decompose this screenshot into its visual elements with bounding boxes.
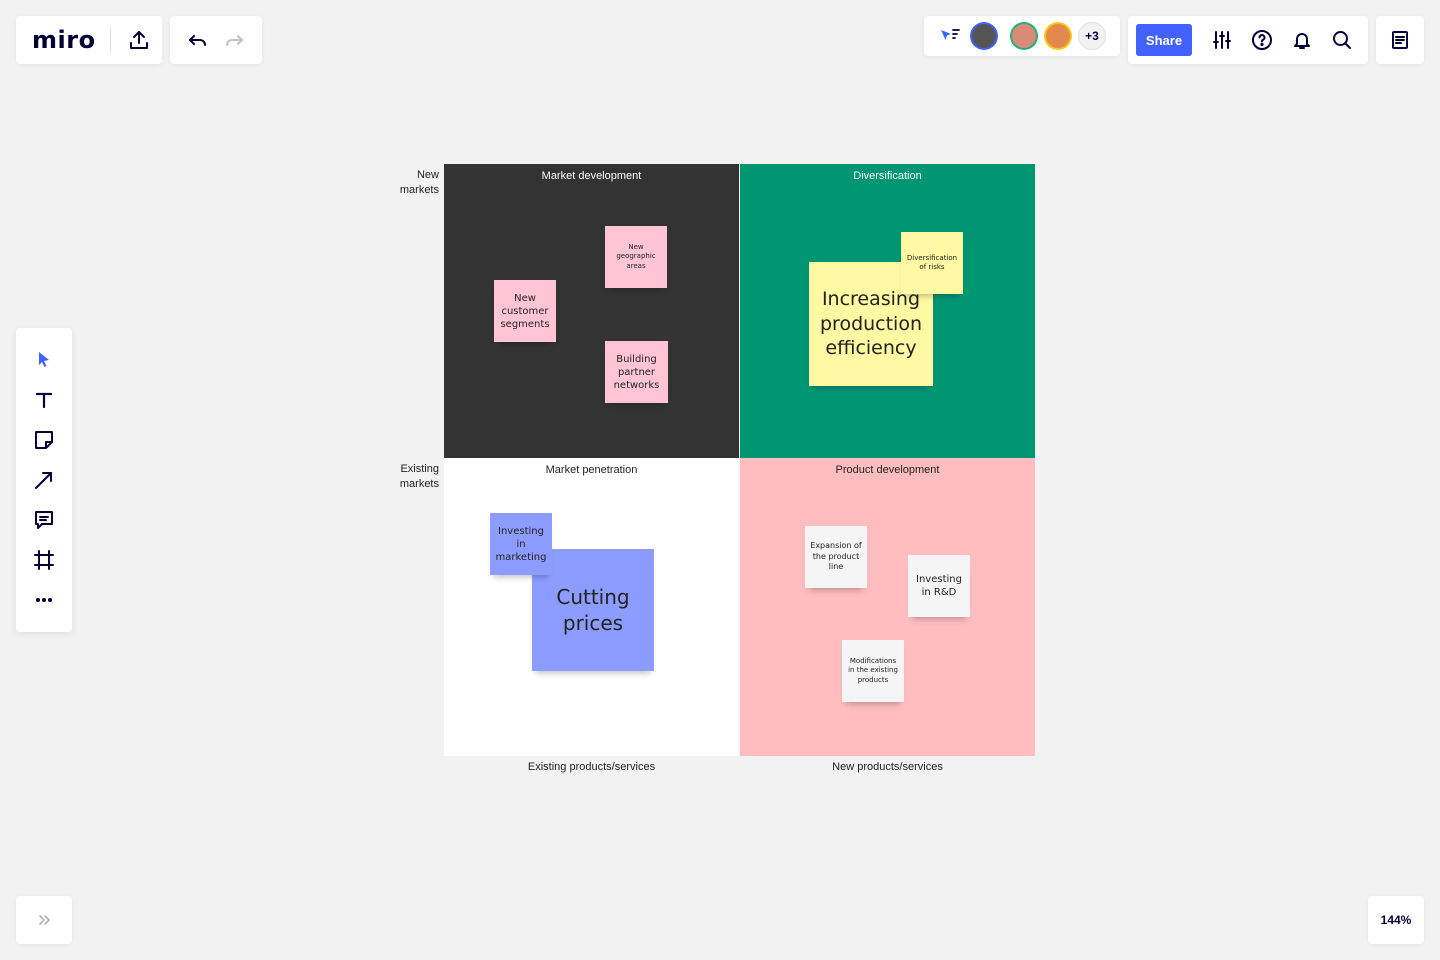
- axis-label-new-products: New products/services: [832, 761, 943, 773]
- line-arrow-tool[interactable]: [24, 460, 64, 500]
- sticky-note-tool[interactable]: [24, 420, 64, 460]
- sticky-note[interactable]: Modifications in the existing products: [842, 640, 904, 702]
- comment-tool[interactable]: [24, 500, 64, 540]
- export-icon[interactable]: [121, 22, 157, 58]
- quadrant-title: Diversification: [853, 170, 922, 182]
- text-tool[interactable]: [24, 380, 64, 420]
- controls-panel: Share: [1128, 16, 1368, 64]
- sticky-note[interactable]: Investing in R&D: [908, 555, 970, 617]
- undo-icon[interactable]: [180, 22, 216, 58]
- left-toolbar: [16, 328, 72, 632]
- zoom-level: 144%: [1380, 913, 1412, 927]
- more-collaborators-badge[interactable]: +3: [1078, 22, 1106, 50]
- zoom-panel[interactable]: 144%: [1368, 896, 1424, 944]
- logo-panel: miro: [16, 16, 162, 64]
- miro-logo[interactable]: miro: [32, 26, 96, 54]
- quadrant-title: Market development: [541, 170, 642, 182]
- redo-icon[interactable]: [216, 22, 252, 58]
- chevron-double-right-icon: [39, 915, 50, 925]
- history-panel: [170, 16, 262, 64]
- axis-label-new-markets: New markets: [399, 169, 439, 196]
- sticky-note[interactable]: New customer segments: [494, 280, 556, 342]
- quadrant-market-development[interactable]: Market development: [444, 164, 739, 458]
- board-info-panel: [1376, 16, 1424, 64]
- frame-tool[interactable]: [24, 540, 64, 580]
- sticky-note[interactable]: Building partner networks: [605, 341, 668, 403]
- help-icon[interactable]: [1244, 22, 1280, 58]
- sticky-note[interactable]: New geographic areas: [605, 226, 667, 288]
- more-tools-icon[interactable]: [24, 580, 64, 620]
- more-collaborators-count: +3: [1085, 29, 1099, 43]
- axis-label-existing-markets: Existing markets: [399, 463, 439, 490]
- settings-sliders-icon[interactable]: [1204, 22, 1240, 58]
- expand-panel-button[interactable]: [16, 896, 72, 944]
- avatar[interactable]: [1010, 22, 1038, 50]
- notes-list-icon[interactable]: [1382, 22, 1418, 58]
- search-icon[interactable]: [1324, 22, 1360, 58]
- sticky-note[interactable]: Expansion of the product line: [805, 526, 867, 588]
- avatar[interactable]: [970, 22, 998, 50]
- quadrant-title: Product development: [835, 464, 940, 476]
- cursor-follow-icon[interactable]: [934, 18, 964, 54]
- notifications-bell-icon[interactable]: [1284, 22, 1320, 58]
- avatar[interactable]: [1044, 22, 1072, 50]
- axis-label-existing-products: Existing products/services: [527, 761, 656, 773]
- share-button[interactable]: Share: [1136, 24, 1192, 56]
- sticky-note[interactable]: Diversification of risks: [901, 232, 963, 294]
- collaborators-panel: +3: [924, 16, 1120, 56]
- quadrant-product-development[interactable]: Product development: [740, 458, 1035, 756]
- quadrant-title: Market penetration: [545, 464, 638, 476]
- divider: [109, 28, 111, 52]
- select-tool[interactable]: [24, 340, 64, 380]
- sticky-note[interactable]: Investing in marketing: [490, 513, 552, 575]
